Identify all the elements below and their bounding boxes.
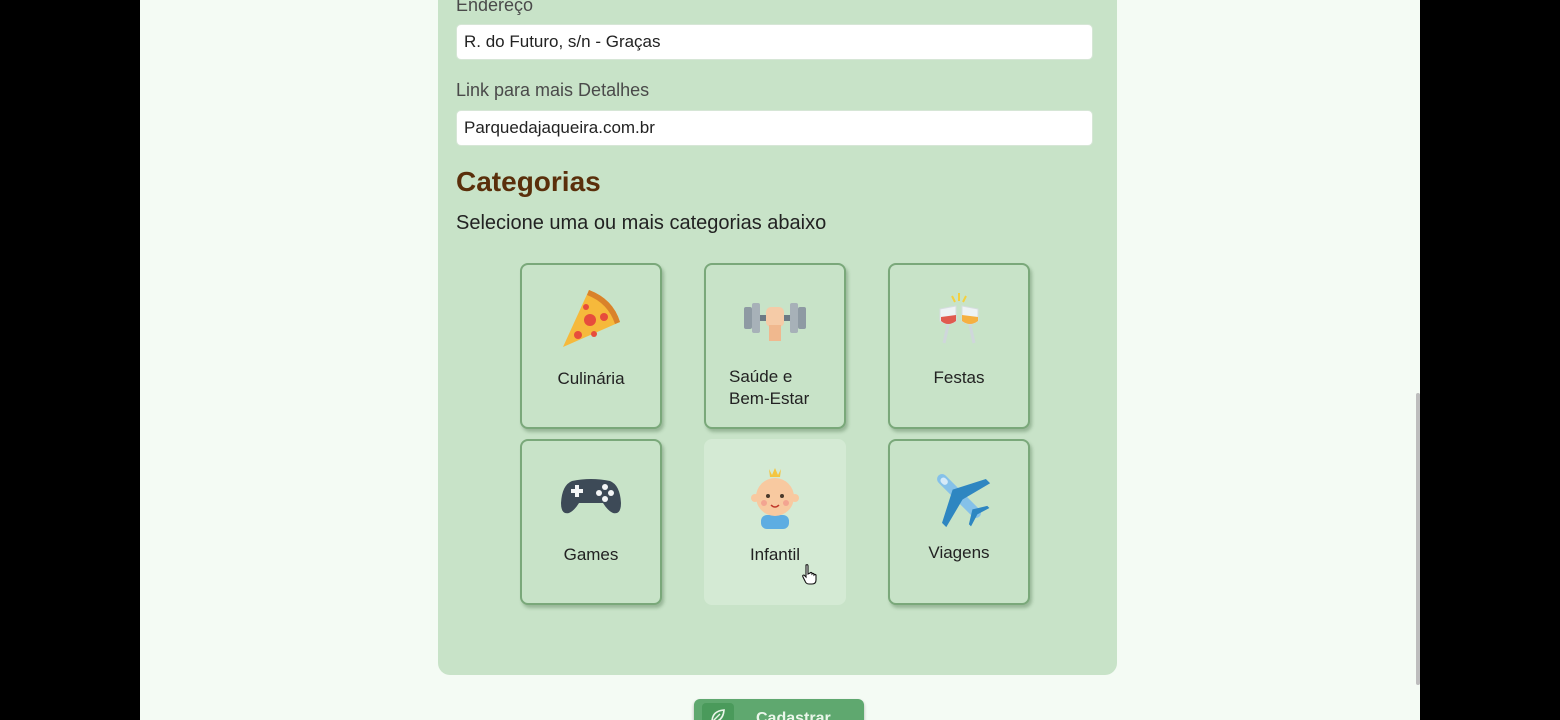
category-label: Viagens: [928, 543, 990, 562]
category-label-line1: Saúde e: [729, 367, 793, 386]
category-culinaria[interactable]: Culinária: [520, 263, 662, 429]
gamepad-icon: [558, 463, 624, 529]
category-festas[interactable]: Festas: [888, 263, 1030, 429]
category-viagens[interactable]: Viagens: [888, 439, 1030, 605]
category-label: Culinária: [557, 369, 625, 388]
dumbbell-icon: [742, 287, 808, 353]
address-input[interactable]: [456, 24, 1093, 60]
cadastrar-button[interactable]: Cadastrar: [694, 699, 864, 720]
pizza-icon: [558, 287, 624, 353]
categories-subtitle: Selecione uma ou mais categorias abaixo: [456, 212, 827, 234]
address-label: Endereço: [456, 0, 534, 15]
event-form-card: Endereço Link para mais Detalhes Categor…: [438, 0, 1117, 675]
category-infantil[interactable]: Infantil: [704, 439, 846, 605]
category-label: Games: [563, 545, 619, 564]
scrollbar-thumb[interactable]: [1416, 393, 1420, 685]
categories-title: Categorias: [456, 166, 601, 197]
wine-glasses-icon: [926, 287, 992, 353]
details-link-label: Link para mais Detalhes: [456, 80, 650, 100]
category-label-line2: Bem-Estar: [729, 389, 810, 408]
page: Endereço Link para mais Detalhes Categor…: [140, 0, 1420, 720]
leaf-icon: [702, 703, 734, 720]
hand-cursor-icon: [802, 564, 817, 585]
cadastrar-label: Cadastrar: [756, 710, 831, 720]
category-label: Festas: [933, 368, 985, 387]
airplane-icon: [926, 463, 992, 529]
category-saude-bem-estar[interactable]: Saúde e Bem-Estar: [704, 263, 846, 429]
details-link-input[interactable]: [456, 110, 1093, 146]
category-label: Infantil: [749, 545, 801, 564]
category-grid: Culinária Saúde e Bem-Estar Festas Games…: [520, 263, 1036, 639]
category-games[interactable]: Games: [520, 439, 662, 605]
baby-icon: [742, 463, 808, 529]
